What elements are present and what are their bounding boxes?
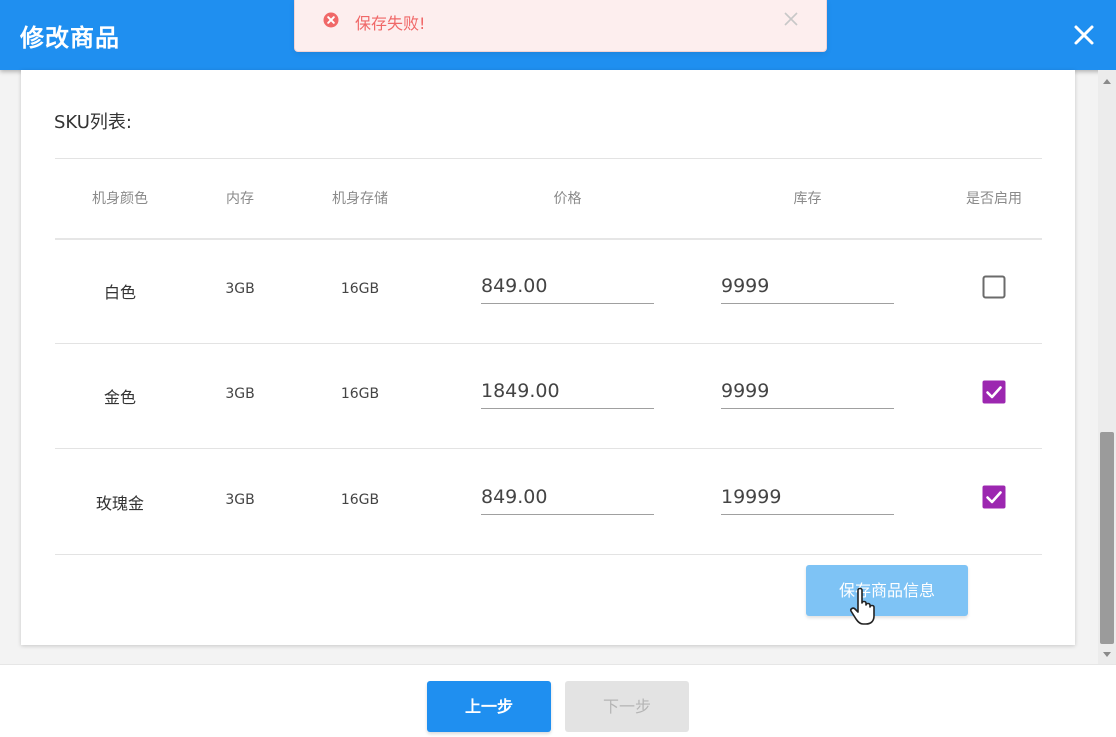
sku-list-title: SKU列表: xyxy=(54,112,132,133)
price-input[interactable] xyxy=(481,479,654,515)
sku-card: SKU列表: 机身颜色 内存 机身存储 价格 库存 是否启用 白色 3GB 16… xyxy=(21,70,1075,645)
cell-color: 白色 xyxy=(103,283,136,302)
column-header-storage: 机身存储 xyxy=(332,191,388,207)
scroll-up-arrow-icon[interactable] xyxy=(1101,76,1113,88)
error-circle-icon xyxy=(323,12,339,28)
close-icon xyxy=(1074,25,1094,45)
next-step-button-disabled: 下一步 xyxy=(565,681,689,732)
previous-step-button[interactable]: 上一步 xyxy=(427,681,551,732)
cell-memory: 3GB xyxy=(225,492,255,508)
row-divider xyxy=(55,343,1042,344)
scrollbar-thumb[interactable] xyxy=(1100,432,1114,644)
stock-input[interactable] xyxy=(721,268,894,304)
cell-storage: 16GB xyxy=(340,492,380,508)
row-divider xyxy=(55,448,1042,449)
price-input[interactable] xyxy=(481,268,654,304)
scroll-down-arrow-icon[interactable] xyxy=(1101,648,1113,660)
toast-message: 保存失败! xyxy=(355,14,426,33)
save-product-button[interactable]: 保存商品信息 xyxy=(806,565,968,616)
error-toast: 保存失败! xyxy=(294,0,827,52)
edit-product-dialog: 修改商品 SKU列表: 机身颜色 内存 机身存储 价格 库存 是否启用 白色 3… xyxy=(0,0,1116,737)
enabled-checkbox-unchecked[interactable] xyxy=(982,275,1006,299)
table-top-divider xyxy=(55,158,1042,159)
dialog-footer: 上一步 下一步 xyxy=(0,664,1116,737)
header-divider xyxy=(55,238,1042,240)
dialog-close-button[interactable] xyxy=(1066,17,1102,53)
cell-storage: 16GB xyxy=(340,386,380,402)
cell-color: 金色 xyxy=(103,388,136,407)
enabled-checkbox-checked[interactable] xyxy=(982,380,1006,404)
close-icon[interactable] xyxy=(783,11,799,27)
column-header-price: 价格 xyxy=(553,191,582,207)
stock-input[interactable] xyxy=(721,479,894,515)
column-header-memory: 内存 xyxy=(226,191,254,207)
stock-input[interactable] xyxy=(721,373,894,409)
column-header-color: 机身颜色 xyxy=(92,191,148,207)
enabled-checkbox-checked[interactable] xyxy=(982,485,1006,509)
cell-memory: 3GB xyxy=(225,386,255,402)
price-input[interactable] xyxy=(481,373,654,409)
hand-cursor-icon xyxy=(850,587,875,625)
cell-memory: 3GB xyxy=(225,281,255,297)
dialog-title: 修改商品 xyxy=(20,24,120,52)
column-header-enabled: 是否启用 xyxy=(966,191,1022,207)
cell-color: 玫瑰金 xyxy=(95,494,144,513)
column-header-stock: 库存 xyxy=(793,191,822,207)
cell-storage: 16GB xyxy=(340,281,380,297)
table-bottom-divider xyxy=(55,554,1042,555)
